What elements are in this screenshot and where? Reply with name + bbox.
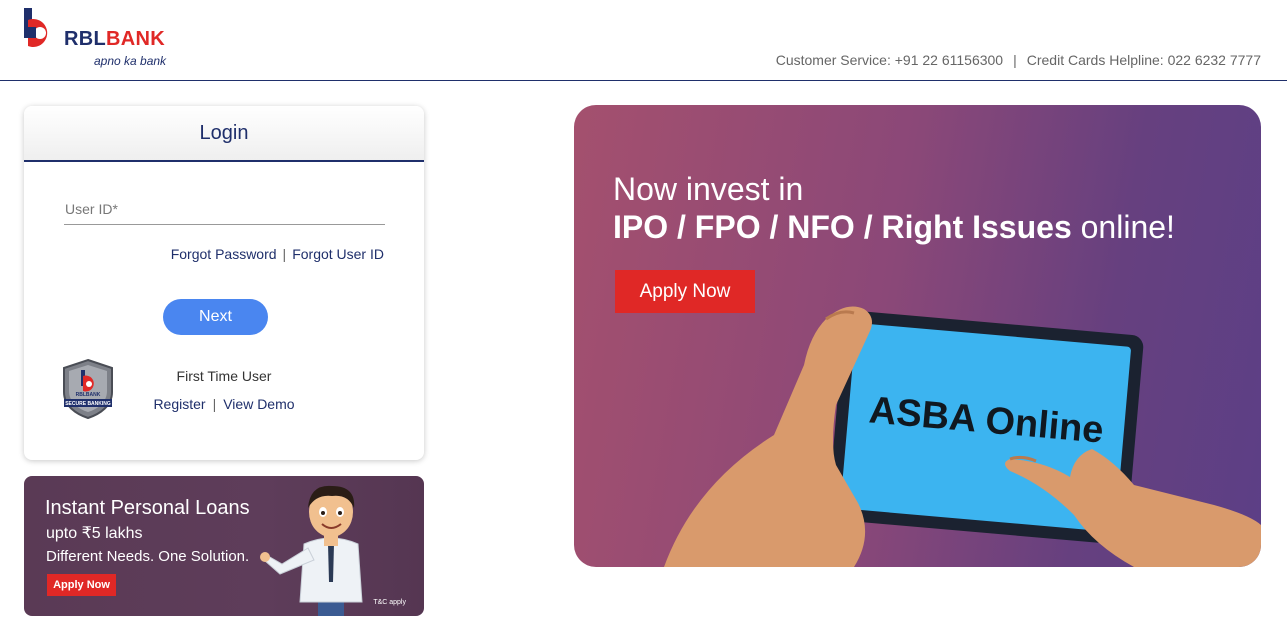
register-separator: |	[212, 396, 217, 412]
view-demo-link[interactable]: View Demo	[223, 396, 294, 412]
login-header: Login	[24, 106, 424, 162]
loan-tnc-note: T&C apply	[373, 599, 406, 606]
brand-primary: RBL	[64, 28, 107, 50]
loan-banner-title: Instant Personal Loans	[45, 497, 250, 519]
loan-banner-amount: upto ₹5 lakhs	[46, 525, 143, 542]
forgot-user-id-link[interactable]: Forgot User ID	[292, 246, 384, 262]
login-card: Login Forgot Password | Forgot User ID Nex…	[24, 106, 424, 460]
register-link[interactable]: Register	[153, 396, 205, 412]
ipo-headline-rest: online!	[1071, 209, 1175, 245]
cards-helpline-number: Credit Cards Helpline: 022 6232 7777	[1026, 52, 1261, 68]
ipo-promo-banner[interactable]: ASBA Online Now invest in IPO / FPO / NF…	[574, 105, 1261, 567]
ipo-headline-line2: IPO / FPO / NFO / Right Issues online!	[613, 209, 1175, 246]
ipo-apply-now-button[interactable]: Apply Now	[615, 270, 755, 313]
helpline-info: Customer Service: +91 22 61156300 | Credit…	[776, 52, 1261, 68]
login-title: Login	[199, 122, 249, 144]
next-button[interactable]: Next	[163, 299, 268, 335]
loan-banner-tagline: Different Needs. One Solution.	[46, 548, 250, 565]
register-links: Register | View Demo	[24, 396, 424, 412]
brand-tagline: apno ka bank	[94, 54, 167, 68]
rbl-logo-icon[interactable]	[24, 8, 58, 48]
forgot-separator: |	[282, 246, 287, 262]
pointing-man-illustration-icon	[260, 485, 363, 616]
forgot-password-link[interactable]: Forgot Password	[171, 246, 277, 262]
forgot-links: Forgot Password | Forgot User ID	[171, 246, 384, 262]
personal-loan-banner[interactable]: Instant Personal Loans upto ₹5 lakhs Dif…	[24, 476, 424, 616]
helpline-separator: |	[1013, 52, 1017, 68]
ipo-headline-line1: Now invest in	[613, 171, 804, 207]
brand-secondary: BANK	[106, 28, 165, 50]
customer-service-number: Customer Service: +91 22 61156300	[775, 52, 1004, 68]
loan-apply-now-button[interactable]: Apply Now	[47, 574, 116, 596]
user-id-input[interactable]	[64, 194, 385, 225]
ipo-headline-bold: IPO / FPO / NFO / Right Issues	[613, 209, 1072, 245]
site-header: RBLBANK apno ka bank Customer Service: +…	[0, 0, 1287, 81]
first-time-user-label: First Time User	[176, 368, 272, 384]
brand-name: RBLBANK	[64, 28, 165, 51]
